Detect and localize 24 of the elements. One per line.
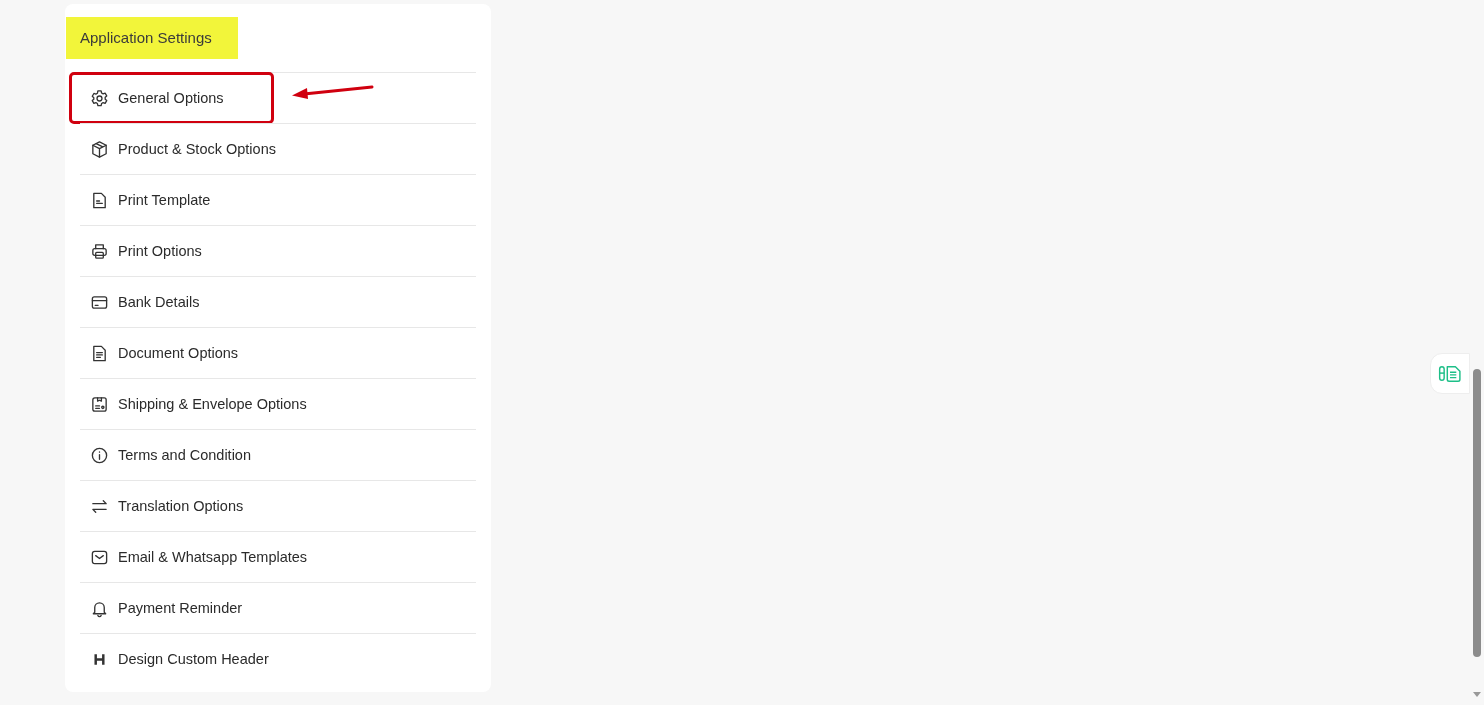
menu-item[interactable]: Document Options <box>80 328 476 378</box>
menu-item[interactable]: Design Custom Header <box>80 634 476 684</box>
printer-icon <box>90 241 109 261</box>
menu-item[interactable]: Product & Stock Options <box>80 124 476 174</box>
menu-item[interactable]: Bank Details <box>80 277 476 327</box>
menu-item[interactable]: Print Options <box>80 226 476 276</box>
parcel-icon <box>90 394 109 414</box>
document-icon <box>90 343 109 363</box>
menu-item[interactable]: General Options <box>80 73 476 123</box>
menu-item[interactable]: Payment Reminder <box>80 583 476 633</box>
info-icon <box>90 445 109 465</box>
document-icon <box>90 190 109 210</box>
menu-item[interactable]: Shipping & Envelope Options <box>80 379 476 429</box>
package-icon <box>90 139 109 159</box>
menu-item[interactable]: Translation Options <box>80 481 476 531</box>
gear-icon <box>90 88 109 108</box>
menu-item[interactable]: Email & Whatsapp Templates <box>80 532 476 582</box>
pen-document-icon <box>1438 364 1462 383</box>
panel-title: Application Settings <box>66 17 238 59</box>
menu-item[interactable]: Print Template <box>80 175 476 225</box>
floating-button[interactable] <box>1430 353 1470 394</box>
scroll-down-icon[interactable] <box>1473 692 1481 697</box>
scroll-thumb[interactable] <box>1473 369 1481 657</box>
menu-item[interactable]: Terms and Condition <box>80 430 476 480</box>
